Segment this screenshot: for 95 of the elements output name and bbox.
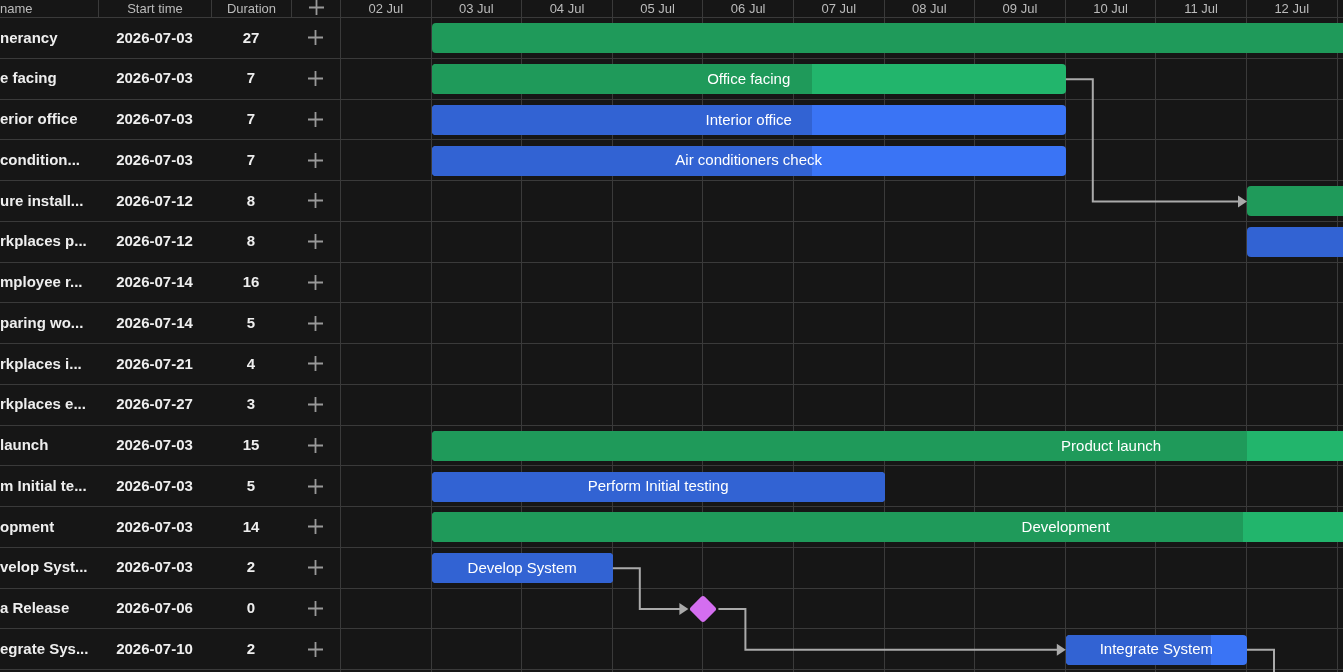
task-bar[interactable]: Product launch (431, 430, 1343, 461)
task-name: opment (0, 516, 56, 537)
add-icon[interactable] (308, 437, 323, 453)
start-time: 2026-07-12 (115, 231, 194, 252)
start-time: 2026-07-10 (115, 638, 194, 659)
task-name: a Release (0, 598, 71, 619)
day-header: 12 Jul (1246, 0, 1338, 17)
start-time: 2026-07-03 (115, 557, 194, 578)
day-header: 08 Jul (884, 0, 976, 17)
task-bar[interactable]: Development (431, 512, 1343, 543)
duration: 27 (241, 27, 261, 48)
task-label: Air conditioners check (675, 150, 823, 171)
task-name: erior office (0, 109, 79, 130)
duration: 15 (241, 435, 261, 456)
task-label: Perform Initial testing (587, 476, 729, 497)
start-time: 2026-07-03 (115, 516, 194, 537)
start-time: 2026-07-12 (115, 190, 194, 211)
task-label: Development (1021, 517, 1110, 538)
add-icon[interactable] (308, 641, 323, 657)
duration: 5 (245, 475, 257, 496)
task-name: rkplaces p... (0, 231, 88, 252)
start-time: 2026-07-27 (115, 394, 194, 415)
task-bar[interactable]: Air conditioners check (431, 145, 1066, 176)
day-header: 06 Jul (703, 0, 794, 17)
task-bar[interactable]: Perform Initial testing (431, 471, 885, 502)
day-header: 04 Jul (522, 0, 613, 17)
day-header: 10 Jul (1065, 0, 1157, 17)
name-column-header[interactable]: name (0, 0, 98, 17)
duration: 7 (245, 109, 257, 130)
add-icon[interactable] (308, 193, 323, 209)
start-time: 2026-07-14 (115, 272, 194, 293)
task-label: Interior office (705, 109, 792, 130)
duration: 14 (241, 516, 261, 537)
add-icon[interactable] (308, 234, 323, 250)
task-bar[interactable]: Interior office (431, 104, 1066, 135)
task-name: ure install... (0, 190, 85, 211)
add-icon[interactable] (308, 356, 323, 372)
task-label: Develop System (467, 557, 577, 578)
day-header: 09 Jul (975, 0, 1066, 17)
add-icon[interactable] (308, 71, 323, 87)
start-time-column-header[interactable]: Start time (98, 0, 211, 17)
task-label: Office facing (707, 68, 791, 89)
start-time: 2026-07-03 (115, 475, 194, 496)
add-icon[interactable] (308, 397, 323, 413)
add-icon[interactable] (308, 152, 323, 168)
start-time: 2026-07-03 (115, 149, 194, 170)
start-time: 2026-07-06 (115, 598, 194, 619)
duration: 8 (245, 231, 257, 252)
add-icon[interactable] (308, 600, 323, 616)
task-name: mployee r... (0, 272, 84, 293)
task-bar[interactable]: Develop System (431, 553, 613, 584)
day-header: 05 Jul (612, 0, 704, 17)
add-icon[interactable] (308, 111, 323, 127)
duration: 2 (245, 557, 257, 578)
task-name: m Initial te... (0, 475, 88, 496)
task-bar[interactable]: Integrate System (1065, 634, 1247, 665)
day-header: 11 Jul (1156, 0, 1247, 17)
task-name: e facing (0, 68, 58, 89)
duration-column-header[interactable]: Duration (211, 0, 291, 17)
task-name: egrate Sys... (0, 638, 90, 659)
day-header: 02 Jul (341, 0, 432, 17)
duration: 7 (245, 68, 257, 89)
start-time: 2026-07-03 (115, 435, 194, 456)
add-icon[interactable] (308, 478, 323, 494)
task-name: velop Syst... (0, 557, 89, 578)
add-icon[interactable] (308, 274, 323, 290)
day-header: 03 Jul (431, 0, 523, 17)
task-name: nerancy (0, 27, 59, 48)
duration: 16 (241, 272, 261, 293)
add-icon[interactable] (308, 560, 323, 576)
duration: 7 (245, 149, 257, 170)
task-name: condition... (0, 149, 81, 170)
start-time: 2026-07-14 (115, 312, 194, 333)
duration: 2 (245, 638, 257, 659)
duration: 3 (245, 394, 257, 415)
task-bar[interactable]: Office facing (431, 64, 1066, 95)
task-label: Integrate System (1099, 639, 1214, 660)
start-time: 2026-07-03 (115, 27, 194, 48)
task-name: launch (0, 435, 50, 456)
task-name: rkplaces e... (0, 394, 87, 415)
task-name: rkplaces i... (0, 353, 83, 374)
day-header: 07 Jul (793, 0, 885, 17)
duration: 0 (245, 598, 257, 619)
add-icon[interactable] (308, 519, 323, 535)
duration: 8 (245, 190, 257, 211)
start-time: 2026-07-21 (115, 353, 194, 374)
task-name: paring wo... (0, 312, 85, 333)
task-label: Product launch (1061, 435, 1162, 456)
duration: 5 (245, 312, 257, 333)
start-time: 2026-07-03 (115, 109, 194, 130)
add-icon[interactable] (308, 0, 324, 15)
add-icon[interactable] (308, 315, 323, 331)
add-icon[interactable] (308, 30, 323, 46)
duration: 4 (245, 353, 257, 374)
start-time: 2026-07-03 (115, 68, 194, 89)
